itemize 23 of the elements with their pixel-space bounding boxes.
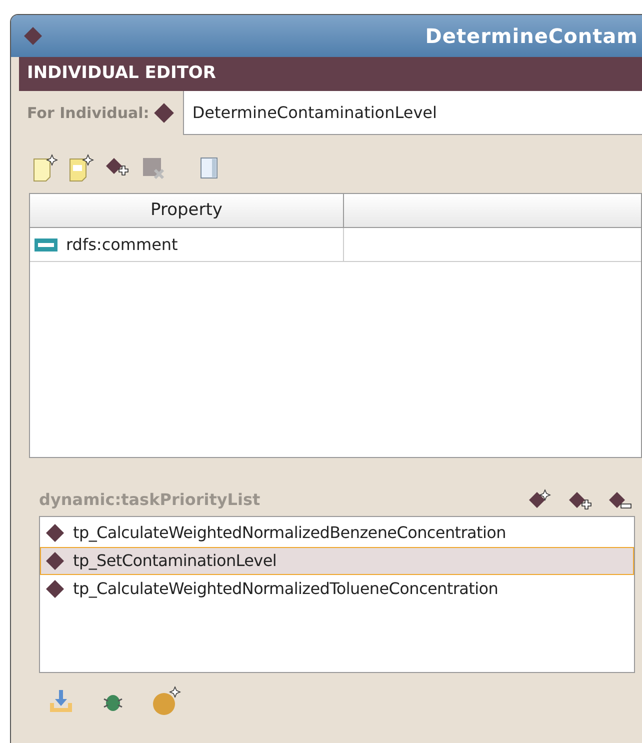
import-button[interactable] xyxy=(47,687,75,715)
item-name: tp_SetContaminationLevel xyxy=(73,550,277,572)
list-item[interactable]: tp_SetContaminationLevel xyxy=(40,547,634,575)
list-item[interactable]: tp_CalculateWeightedNormalizedTolueneConcentration xyxy=(40,575,634,603)
item-name: tp_CalculateWeightedNormalizedBenzeneConcentration xyxy=(73,522,506,544)
property-name: rdfs:comment xyxy=(66,234,178,256)
window-title: DetermineContam xyxy=(425,23,638,50)
list-label: dynamic:taskPriorityList xyxy=(39,489,260,511)
app-icon xyxy=(23,26,43,46)
individual-field[interactable]: DetermineContaminationLevel xyxy=(183,91,642,135)
annotation-icon xyxy=(34,238,58,252)
diamond-icon xyxy=(45,551,65,571)
diamond-icon xyxy=(45,523,65,543)
for-individual-label: For Individual: xyxy=(26,102,150,124)
list-item[interactable]: tp_CalculateWeightedNormalizedBenzeneConcentration xyxy=(40,519,634,547)
new-instance-button[interactable] xyxy=(151,685,183,717)
new-note-button[interactable] xyxy=(31,154,59,182)
item-name: tp_CalculateWeightedNormalizedTolueneConcentration xyxy=(73,578,498,600)
editor-title: INDIVIDUAL EDITOR xyxy=(27,62,216,86)
diamond-icon xyxy=(153,102,176,124)
column-header[interactable]: Property xyxy=(30,194,344,227)
new-document-button[interactable] xyxy=(67,154,95,182)
diamond-icon xyxy=(45,579,65,599)
